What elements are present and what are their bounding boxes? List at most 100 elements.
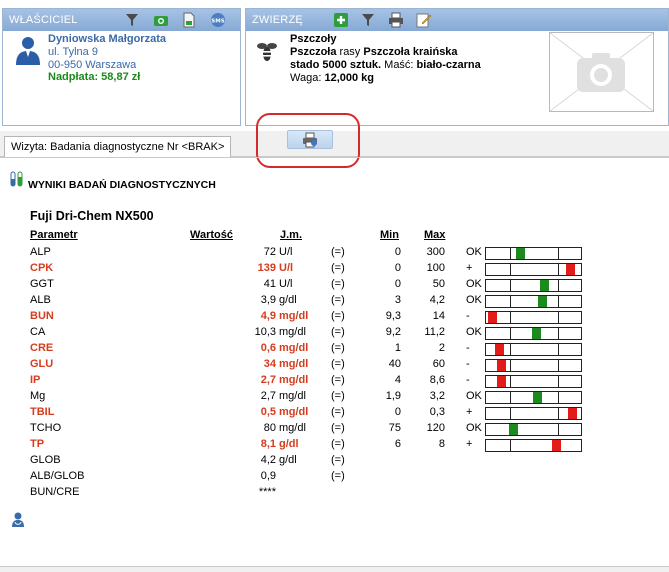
param-unit: mg/dl: [279, 326, 306, 338]
person-icon: [16, 37, 40, 65]
param-unit: U/l: [279, 278, 293, 290]
filter-icon[interactable]: [360, 12, 376, 28]
param-ref: (=): [331, 326, 345, 338]
owner-payment: Nadpłata: 58,87 zł: [48, 71, 141, 83]
param-ref: (=): [331, 342, 345, 354]
range-divider: [510, 344, 511, 355]
table-row: ALB 3,9 g/dl (=) 3 4,2 OK: [0, 293, 669, 309]
param-flag: +: [466, 438, 473, 450]
param-name: ALB/GLOB: [30, 470, 85, 482]
param-value: 0,9: [260, 470, 276, 482]
animal-weight-line: Waga: 12,000 kg: [290, 72, 374, 84]
range-marker: [495, 344, 504, 355]
range-marker: [509, 424, 518, 435]
range-divider: [558, 392, 559, 403]
header-min: Min: [380, 229, 399, 241]
param-max: 300: [426, 246, 445, 258]
print-icon[interactable]: [388, 12, 404, 28]
animal-herd-line: stado 5000 sztuk. Maść: biało-czarna: [290, 59, 481, 71]
range-divider: [558, 248, 559, 259]
param-name: BUN/CRE: [30, 486, 80, 498]
param-min: 9,3: [385, 310, 401, 322]
param-name: GLOB: [30, 454, 61, 466]
param-value: 2,7: [260, 390, 276, 402]
range-divider: [558, 328, 559, 339]
param-flag: OK: [466, 246, 482, 258]
param-value: 139: [257, 262, 276, 274]
param-ref: (=): [331, 454, 345, 466]
param-value: 4,9: [260, 310, 276, 322]
param-value: 10,3: [254, 326, 276, 338]
animal-herd: stado 5000 sztuk.: [290, 59, 382, 71]
param-min: 0: [394, 406, 401, 418]
param-min: 0: [394, 278, 401, 290]
param-max: 4,2: [429, 294, 445, 306]
owner-city: 00-950 Warszawa: [48, 59, 137, 71]
param-name: BUN: [30, 310, 54, 322]
table-row: Mg 2,7 mg/dl (=) 1,9 3,2 OK: [0, 389, 669, 405]
camera-icon[interactable]: [153, 12, 169, 28]
animal-species-group: Pszczoły: [290, 33, 337, 45]
param-unit: mg/dl: [279, 422, 306, 434]
range-divider: [510, 392, 511, 403]
header-unit: J.m.: [280, 229, 303, 241]
range-bar: [485, 407, 582, 420]
param-name: TBIL: [30, 406, 55, 418]
param-flag: +: [466, 262, 473, 274]
range-bar: [485, 279, 582, 292]
add-icon[interactable]: [333, 12, 349, 28]
param-value: 3,9: [260, 294, 276, 306]
range-divider: [510, 360, 511, 371]
bee-icon: [257, 43, 277, 61]
param-ref: (=): [331, 422, 345, 434]
range-marker: [516, 248, 525, 259]
range-divider: [558, 280, 559, 291]
param-ref: (=): [331, 390, 345, 402]
sms-icon[interactable]: SMS: [210, 12, 226, 28]
range-marker: [532, 328, 541, 339]
param-flag: OK: [466, 390, 482, 402]
range-divider: [510, 328, 511, 339]
range-bar: [485, 327, 582, 340]
param-flag: +: [466, 406, 473, 418]
device-name: Fuji Dri-Chem NX500: [30, 209, 154, 223]
range-bar: [485, 359, 582, 372]
param-flag: OK: [466, 294, 482, 306]
param-min: 40: [388, 358, 401, 370]
owner-name[interactable]: Dyniowska Małgorzata: [48, 33, 166, 45]
animals-panel-header: ZWIERZĘ: [246, 9, 668, 31]
param-unit: U/l: [279, 262, 294, 274]
range-marker: [497, 360, 506, 371]
document-icon[interactable]: [181, 12, 197, 28]
param-flag: OK: [466, 422, 482, 434]
range-marker: [533, 392, 542, 403]
filter-icon[interactable]: [124, 12, 140, 28]
animal-breed-label: rasy: [336, 46, 364, 58]
edit-icon[interactable]: [416, 12, 432, 28]
table-row: BUN 4,9 mg/dl (=) 9,3 14 -: [0, 309, 669, 325]
camera-placeholder-icon: [550, 33, 653, 111]
param-value: 2,7: [260, 374, 276, 386]
param-min: 6: [394, 438, 401, 450]
param-ref: (=): [331, 374, 345, 386]
param-unit: mg/dl: [279, 390, 306, 402]
param-ref: (=): [331, 278, 345, 290]
tab-visit-diagnostics[interactable]: Wizyta: Badania diagnostyczne Nr <BRAK>: [4, 136, 232, 157]
param-value: 80: [263, 422, 276, 434]
animal-photo-placeholder[interactable]: [549, 32, 654, 112]
animals-panel-title: ZWIERZĘ: [252, 14, 303, 26]
param-unit: g/dl: [279, 294, 297, 306]
range-divider: [510, 408, 511, 419]
param-unit: mg/dl: [279, 342, 309, 354]
param-max: 60: [432, 358, 445, 370]
range-bar: [485, 391, 582, 404]
table-row: ALB/GLOB 0,9 (=): [0, 469, 669, 485]
animal-color-label: Maść:: [381, 59, 417, 71]
param-name: Mg: [30, 390, 46, 402]
range-marker: [566, 264, 575, 275]
doctor-icon[interactable]: [10, 511, 26, 527]
param-name: CPK: [30, 262, 54, 274]
param-name: IP: [30, 374, 41, 386]
param-ref: (=): [331, 246, 345, 258]
param-min: 1: [394, 342, 401, 354]
